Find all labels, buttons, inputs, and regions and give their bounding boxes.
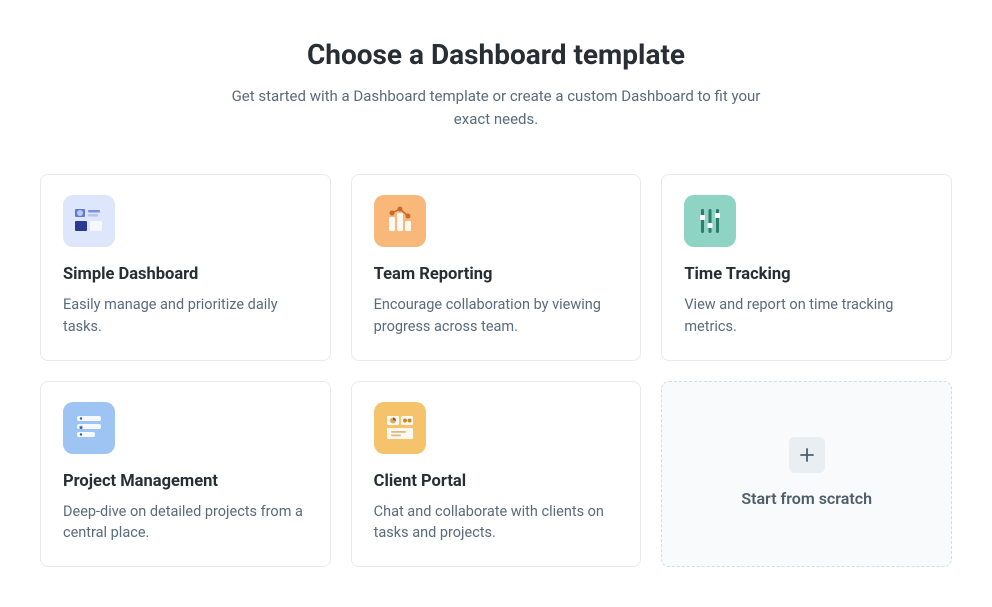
team-reporting-icon (374, 195, 426, 247)
simple-dashboard-icon (63, 195, 115, 247)
template-title: Time Tracking (684, 265, 929, 284)
template-description: Encourage collaboration by viewing progr… (374, 294, 619, 338)
template-title: Team Reporting (374, 265, 619, 284)
page-title: Choose a Dashboard template (40, 38, 952, 71)
page-subtitle: Get started with a Dashboard template or… (216, 85, 776, 130)
template-chooser: Choose a Dashboard template Get started … (0, 0, 992, 607)
time-tracking-icon (684, 195, 736, 247)
template-description: Chat and collaborate with clients on tas… (374, 501, 619, 545)
template-description: Deep-dive on detailed projects from a ce… (63, 501, 308, 545)
header: Choose a Dashboard template Get started … (40, 38, 952, 130)
template-description: Easily manage and prioritize daily tasks… (63, 294, 308, 338)
template-card-simple-dashboard[interactable]: Simple Dashboard Easily manage and prior… (40, 174, 331, 361)
template-card-project-management[interactable]: Project Management Deep-dive on detailed… (40, 381, 331, 568)
template-title: Client Portal (374, 472, 619, 491)
start-from-scratch-card[interactable]: Start from scratch (661, 381, 952, 568)
template-grid: Simple Dashboard Easily manage and prior… (40, 174, 952, 567)
client-portal-icon (374, 402, 426, 454)
start-from-scratch-label: Start from scratch (741, 489, 872, 508)
project-management-icon (63, 402, 115, 454)
template-card-time-tracking[interactable]: Time Tracking View and report on time tr… (661, 174, 952, 361)
template-card-team-reporting[interactable]: Team Reporting Encourage collaboration b… (351, 174, 642, 361)
plus-icon (789, 437, 825, 473)
template-card-client-portal[interactable]: Client Portal Chat and collaborate with … (351, 381, 642, 568)
template-title: Simple Dashboard (63, 265, 308, 284)
template-title: Project Management (63, 472, 308, 491)
template-description: View and report on time tracking metrics… (684, 294, 929, 338)
